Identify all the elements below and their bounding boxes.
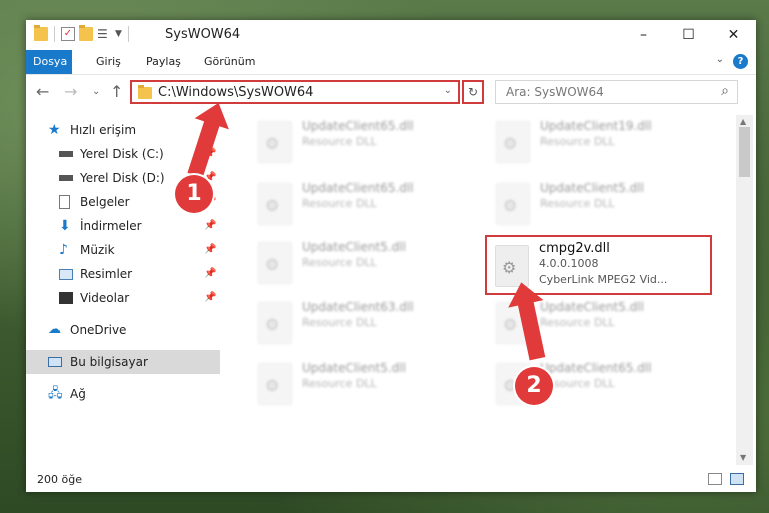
- pin-icon[interactable]: 📌: [204, 286, 216, 310]
- large-icons-view-icon[interactable]: [730, 473, 744, 485]
- sidebar-item-downloads[interactable]: ⬇ İndirmeler 📌: [26, 214, 220, 238]
- folder-icon: [138, 85, 152, 99]
- dll-file-icon: [258, 121, 292, 163]
- sidebar-item-onedrive[interactable]: ☁ OneDrive: [26, 318, 220, 342]
- title-bar: ✓ ☰ ▼ SysWOW64 – ☐ ✕: [26, 20, 756, 50]
- file-tile[interactable]: UpdateClient19.dll Resource DLL: [488, 115, 713, 171]
- recent-locations-icon[interactable]: ⌄: [92, 86, 100, 97]
- step-badge-2: 2: [515, 367, 553, 405]
- network-icon: 🖧: [48, 386, 63, 401]
- search-placeholder: Ara: SysWOW64: [506, 85, 604, 99]
- tab-share[interactable]: Paylaş: [134, 50, 193, 74]
- folder-icon: [34, 25, 48, 41]
- status-bar: 200 öğe: [26, 468, 756, 492]
- drive-icon: [59, 175, 73, 181]
- properties-icon[interactable]: ✓: [61, 27, 75, 41]
- file-tile[interactable]: UpdateClient5.dll Resource DLL: [488, 177, 713, 233]
- file-description: CyberLink MPEG2 Vid...: [539, 273, 668, 286]
- back-arrow-icon[interactable]: ←: [36, 82, 49, 101]
- file-list: UpdateClient65.dll Resource DLL UpdateCl…: [220, 115, 736, 455]
- file-tile[interactable]: UpdateClient65.dll Resource DLL: [250, 177, 475, 233]
- explorer-window: ✓ ☰ ▼ SysWOW64 – ☐ ✕ Dosya Giriş Paylaş …: [26, 20, 756, 492]
- navigation-bar: ← → ⌄ ↑ C:\Windows\SysWOW64 ⌄ ↻ Ara: Sys…: [26, 76, 756, 108]
- download-icon: ⬇: [59, 218, 71, 234]
- vertical-scrollbar[interactable]: ▲ ▼: [736, 115, 753, 465]
- new-folder-icon[interactable]: [79, 25, 93, 41]
- chevron-down-icon[interactable]: ⌄: [444, 85, 452, 96]
- star-icon: ★: [48, 122, 61, 138]
- pin-icon[interactable]: 📌: [204, 262, 216, 286]
- up-arrow-icon[interactable]: ↑: [110, 82, 123, 101]
- dll-file-icon: [258, 302, 292, 344]
- chevron-down-icon[interactable]: ▼: [115, 29, 122, 39]
- sidebar-item-pictures[interactable]: Resimler 📌: [26, 262, 220, 286]
- pin-icon[interactable]: 📌: [204, 214, 216, 238]
- tab-file[interactable]: Dosya: [26, 50, 72, 74]
- dll-file-icon: [258, 363, 292, 405]
- tab-home[interactable]: Giriş: [84, 50, 133, 74]
- details-view-icon[interactable]: [708, 473, 722, 485]
- sidebar-item-videos[interactable]: Videolar 📌: [26, 286, 220, 310]
- file-tile[interactable]: UpdateClient5.dll Resource DLL: [250, 357, 475, 413]
- dll-file-icon: [496, 121, 530, 163]
- dll-file-icon: [258, 183, 292, 225]
- tab-view[interactable]: Görünüm: [192, 50, 267, 74]
- expand-ribbon-icon[interactable]: ⌄: [716, 54, 724, 65]
- sidebar-item-quick-access[interactable]: ★ Hızlı erişim: [26, 118, 220, 142]
- pin-icon[interactable]: 📌: [204, 238, 216, 262]
- help-icon[interactable]: ?: [733, 54, 748, 69]
- document-icon: [59, 195, 70, 209]
- image-icon: [59, 269, 73, 280]
- file-tile[interactable]: UpdateClient63.dll Resource DLL: [250, 296, 475, 352]
- minimize-button[interactable]: –: [621, 20, 666, 50]
- address-bar[interactable]: C:\Windows\SysWOW64 ⌄: [130, 80, 460, 104]
- refresh-button[interactable]: ↻: [462, 80, 484, 104]
- video-icon: [59, 292, 73, 304]
- file-name: cmpg2v.dll: [539, 241, 610, 256]
- window-title: SysWOW64: [165, 27, 241, 42]
- quick-access-toolbar: ✓ ☰ ▼: [34, 25, 131, 42]
- dll-file-icon: [258, 242, 292, 284]
- item-count: 200 öğe: [37, 473, 82, 486]
- scroll-down-icon[interactable]: ▼: [740, 453, 746, 462]
- file-tile[interactable]: UpdateClient65.dll Resource DLL: [250, 115, 475, 171]
- ribbon-tabs: Dosya Giriş Paylaş Görünüm ⌄ ?: [26, 50, 756, 75]
- forward-arrow-icon[interactable]: →: [64, 82, 77, 101]
- maximize-button[interactable]: ☐: [666, 20, 711, 50]
- dll-file-icon: [496, 183, 530, 225]
- close-button[interactable]: ✕: [711, 20, 756, 50]
- sidebar-item-this-pc[interactable]: Bu bilgisayar: [26, 350, 220, 374]
- drive-icon: [59, 151, 73, 157]
- sidebar-item-music[interactable]: ♪ Müzik 📌: [26, 238, 220, 262]
- customize-icon[interactable]: ☰: [97, 27, 111, 41]
- computer-icon: [48, 357, 62, 367]
- search-icon[interactable]: ⌕: [721, 83, 729, 99]
- scroll-up-icon[interactable]: ▲: [740, 117, 746, 126]
- sidebar-item-network[interactable]: 🖧 Ağ: [26, 382, 220, 406]
- cloud-icon: ☁: [48, 322, 61, 337]
- music-icon: ♪: [59, 242, 68, 258]
- search-input[interactable]: Ara: SysWOW64 ⌕: [495, 80, 738, 104]
- file-tile[interactable]: UpdateClient5.dll Resource DLL: [250, 236, 475, 292]
- scrollbar-thumb[interactable]: [739, 127, 750, 177]
- address-path: C:\Windows\SysWOW64: [158, 85, 314, 100]
- step-badge-1: 1: [175, 175, 213, 213]
- file-version: 4.0.0.1008: [539, 257, 599, 270]
